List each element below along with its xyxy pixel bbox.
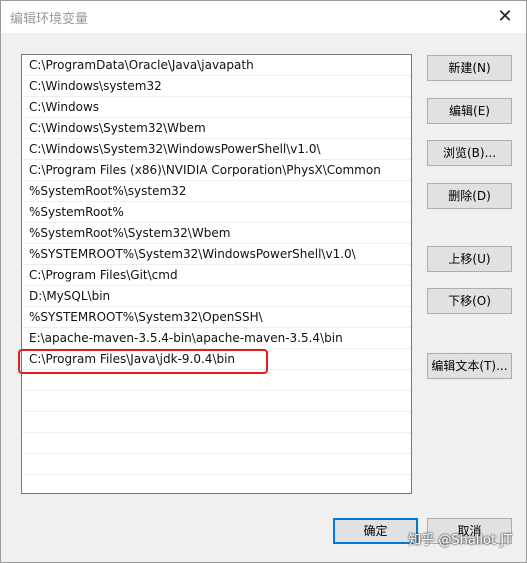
edit-button[interactable]: 编辑(E) [427,98,512,124]
move-up-button[interactable]: 上移(U) [427,246,512,272]
delete-button[interactable]: 删除(D) [427,183,512,209]
close-icon[interactable]: ✕ [490,2,520,32]
window-title: 编辑环境变量 [10,12,89,27]
path-list-item[interactable]: %SYSTEMROOT%\System32\WindowsPowerShell\… [22,244,411,265]
path-list-empty-row[interactable] [22,454,411,475]
path-list-item[interactable]: E:\apache-maven-3.5.4-bin\apache-maven-3… [22,328,411,349]
path-list-item[interactable]: C:\Windows\System32\Wbem [22,118,411,139]
path-list-item[interactable]: D:\MySQL\bin [22,286,411,307]
path-list-item[interactable]: C:\Program Files\Git\cmd [22,265,411,286]
path-list[interactable]: C:\ProgramData\Oracle\Java\javapath C:\W… [21,54,412,494]
path-list-item[interactable]: %SystemRoot% [22,202,411,223]
watermark: 知乎 @Shallot JT [408,533,512,548]
path-list-item[interactable]: %SystemRoot%\system32 [22,181,411,202]
path-list-item[interactable]: C:\Program Files (x86)\NVIDIA Corporatio… [22,160,411,181]
path-list-empty-row[interactable] [22,412,411,433]
path-list-empty-row[interactable] [22,370,411,391]
path-list-item[interactable]: C:\Windows\system32 [22,76,411,97]
edit-text-button[interactable]: 编辑文本(T)... [427,353,512,379]
move-down-button[interactable]: 下移(O) [427,288,512,314]
ok-button[interactable]: 确定 [333,518,418,544]
edit-env-var-dialog: 编辑环境变量 ✕ C:\ProgramData\Oracle\Java\java… [0,0,527,563]
path-list-empty-row[interactable] [22,433,411,454]
browse-button[interactable]: 浏览(B)... [427,140,512,166]
path-list-item[interactable]: C:\Windows [22,97,411,118]
path-list-item[interactable]: C:\Program Files\Java\jdk-9.0.4\bin [22,349,411,370]
path-list-item[interactable]: C:\Windows\System32\WindowsPowerShell\v1… [22,139,411,160]
path-list-item[interactable]: C:\ProgramData\Oracle\Java\javapath [22,55,411,76]
new-button[interactable]: 新建(N) [427,55,512,81]
path-list-item[interactable]: %SYSTEMROOT%\System32\OpenSSH\ [22,307,411,328]
path-list-item[interactable]: %SystemRoot%\System32\Wbem [22,223,411,244]
path-list-empty-row[interactable] [22,391,411,412]
title-bar: 编辑环境变量 ✕ [1,1,526,33]
